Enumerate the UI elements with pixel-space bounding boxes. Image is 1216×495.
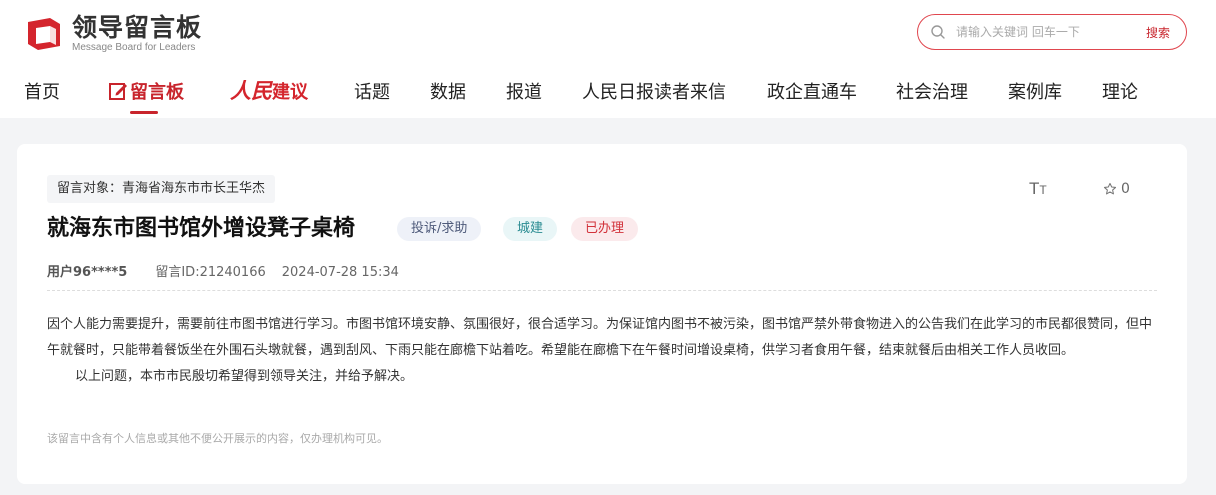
search-input[interactable] [956,17,1146,47]
main-nav: 首页 留言板 人民建议 话题 数据 报道 人民日报读者来信 政企直通车 社会治理… [0,70,1216,116]
nav-item-theory[interactable]: 理论 [1102,78,1138,104]
search-box: 搜索 [917,14,1187,50]
nav-item-message-board[interactable]: 留言板 [108,78,184,104]
edit-icon [109,83,127,100]
nav-item-readers-letters[interactable]: 人民日报读者来信 [582,78,726,104]
logo-title: 领导留言板 [72,13,203,42]
star-icon [1103,182,1117,195]
nav-item-case-library[interactable]: 案例库 [1008,78,1062,104]
logo-subtitle: Message Board for Leaders [72,42,196,53]
status-badge: 已办理 [571,217,639,241]
nav-active-indicator [130,111,158,114]
nav-item-home[interactable]: 首页 [24,78,60,104]
message-title: 就海东市图书馆外增设凳子桌椅 [47,216,356,241]
tag-type[interactable]: 投诉/求助 [397,217,482,241]
message-id: 留言ID:21240166 [155,265,266,280]
message-user: 用户96****5 [47,265,128,280]
logo-icon [28,18,60,50]
message-paragraph: 以上问题，本市市民殷切希望得到领导关注，并给予解决。 [75,369,414,384]
font-size-icon[interactable]: TT [1029,179,1047,199]
favorite-button[interactable]: 0 [1103,181,1130,197]
privacy-note: 该留言中含有个人信息或其他不便公开展示的内容，仅办理机构可见。 [47,432,388,445]
divider [47,290,1157,291]
message-meta: 用户96****5 留言ID:21240166 2024-07-28 15:34 [47,261,399,280]
nav-item-social-governance[interactable]: 社会治理 [896,78,968,104]
message-paragraph: 因个人能力需要提升，需要前往市图书馆进行学习。市图书馆环境安静、氛围很好，很合适… [47,317,1153,358]
message-target: 留言对象：青海省海东市市长王华杰 [47,175,276,203]
search-button[interactable]: 搜索 [1146,24,1170,41]
nav-item-gov-enterprise[interactable]: 政企直通车 [767,78,857,104]
nav-item-suggestion[interactable]: 人民建议 [230,75,308,105]
favorite-count: 0 [1121,181,1130,197]
site-logo[interactable]: 领导留言板 Message Board for Leaders [24,12,202,56]
site-header: 领导留言板 Message Board for Leaders 搜索 首页 留言… [0,0,1216,118]
nav-item-reports[interactable]: 报道 [506,78,542,104]
people-brand-logo: 人民 [230,78,272,103]
message-date: 2024-07-28 15:34 [281,265,399,280]
nav-item-message-board-label: 留言板 [130,82,184,103]
nav-item-topics[interactable]: 话题 [354,78,390,104]
tag-category[interactable]: 城建 [503,217,558,241]
search-icon[interactable] [930,24,946,40]
nav-item-suggestion-label: 建议 [272,82,308,103]
nav-item-data[interactable]: 数据 [430,78,466,104]
message-card: 留言对象：青海省海东市市长王华杰 TT 0 就海东市图书馆外增设凳子桌椅 投诉/… [17,144,1187,484]
message-body: 因个人能力需要提升，需要前往市图书馆进行学习。市图书馆环境安静、氛围很好，很合适… [47,312,1159,390]
